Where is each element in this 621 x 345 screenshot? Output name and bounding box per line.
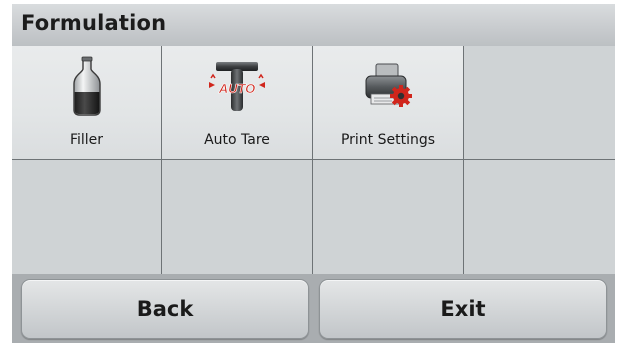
auto-tare-icon: AUTO [209,62,265,111]
printer-settings-icon [365,63,412,107]
svg-text:AUTO: AUTO [218,81,256,96]
empty-menu-slot [313,160,464,274]
menu-item-label: Auto Tare [204,132,270,148]
menu-item-filler[interactable]: Filler [12,46,162,160]
exit-button[interactable]: Exit [319,279,607,339]
menu-item-label: Filler [69,132,104,148]
empty-menu-slot [162,160,313,274]
menu-item-auto-tare[interactable]: AUTO Auto Tare [162,46,313,160]
menu-grid: Filler AUTO Auto Tare Print Settings [12,46,615,274]
bottle-icon [72,56,101,116]
page-title: Formulation [21,11,167,35]
empty-menu-slot [464,46,615,160]
formulation-screen: Formulation Filler AUTO Auto Tare Print … [12,4,615,343]
empty-menu-slot [464,160,615,274]
empty-menu-slot [12,160,162,274]
title-bar: Formulation [12,4,615,46]
menu-item-label: Print Settings [340,132,436,148]
menu-item-print-settings[interactable]: Print Settings [313,46,464,160]
bottom-bar: Back Exit [12,274,615,343]
back-button[interactable]: Back [21,279,309,339]
